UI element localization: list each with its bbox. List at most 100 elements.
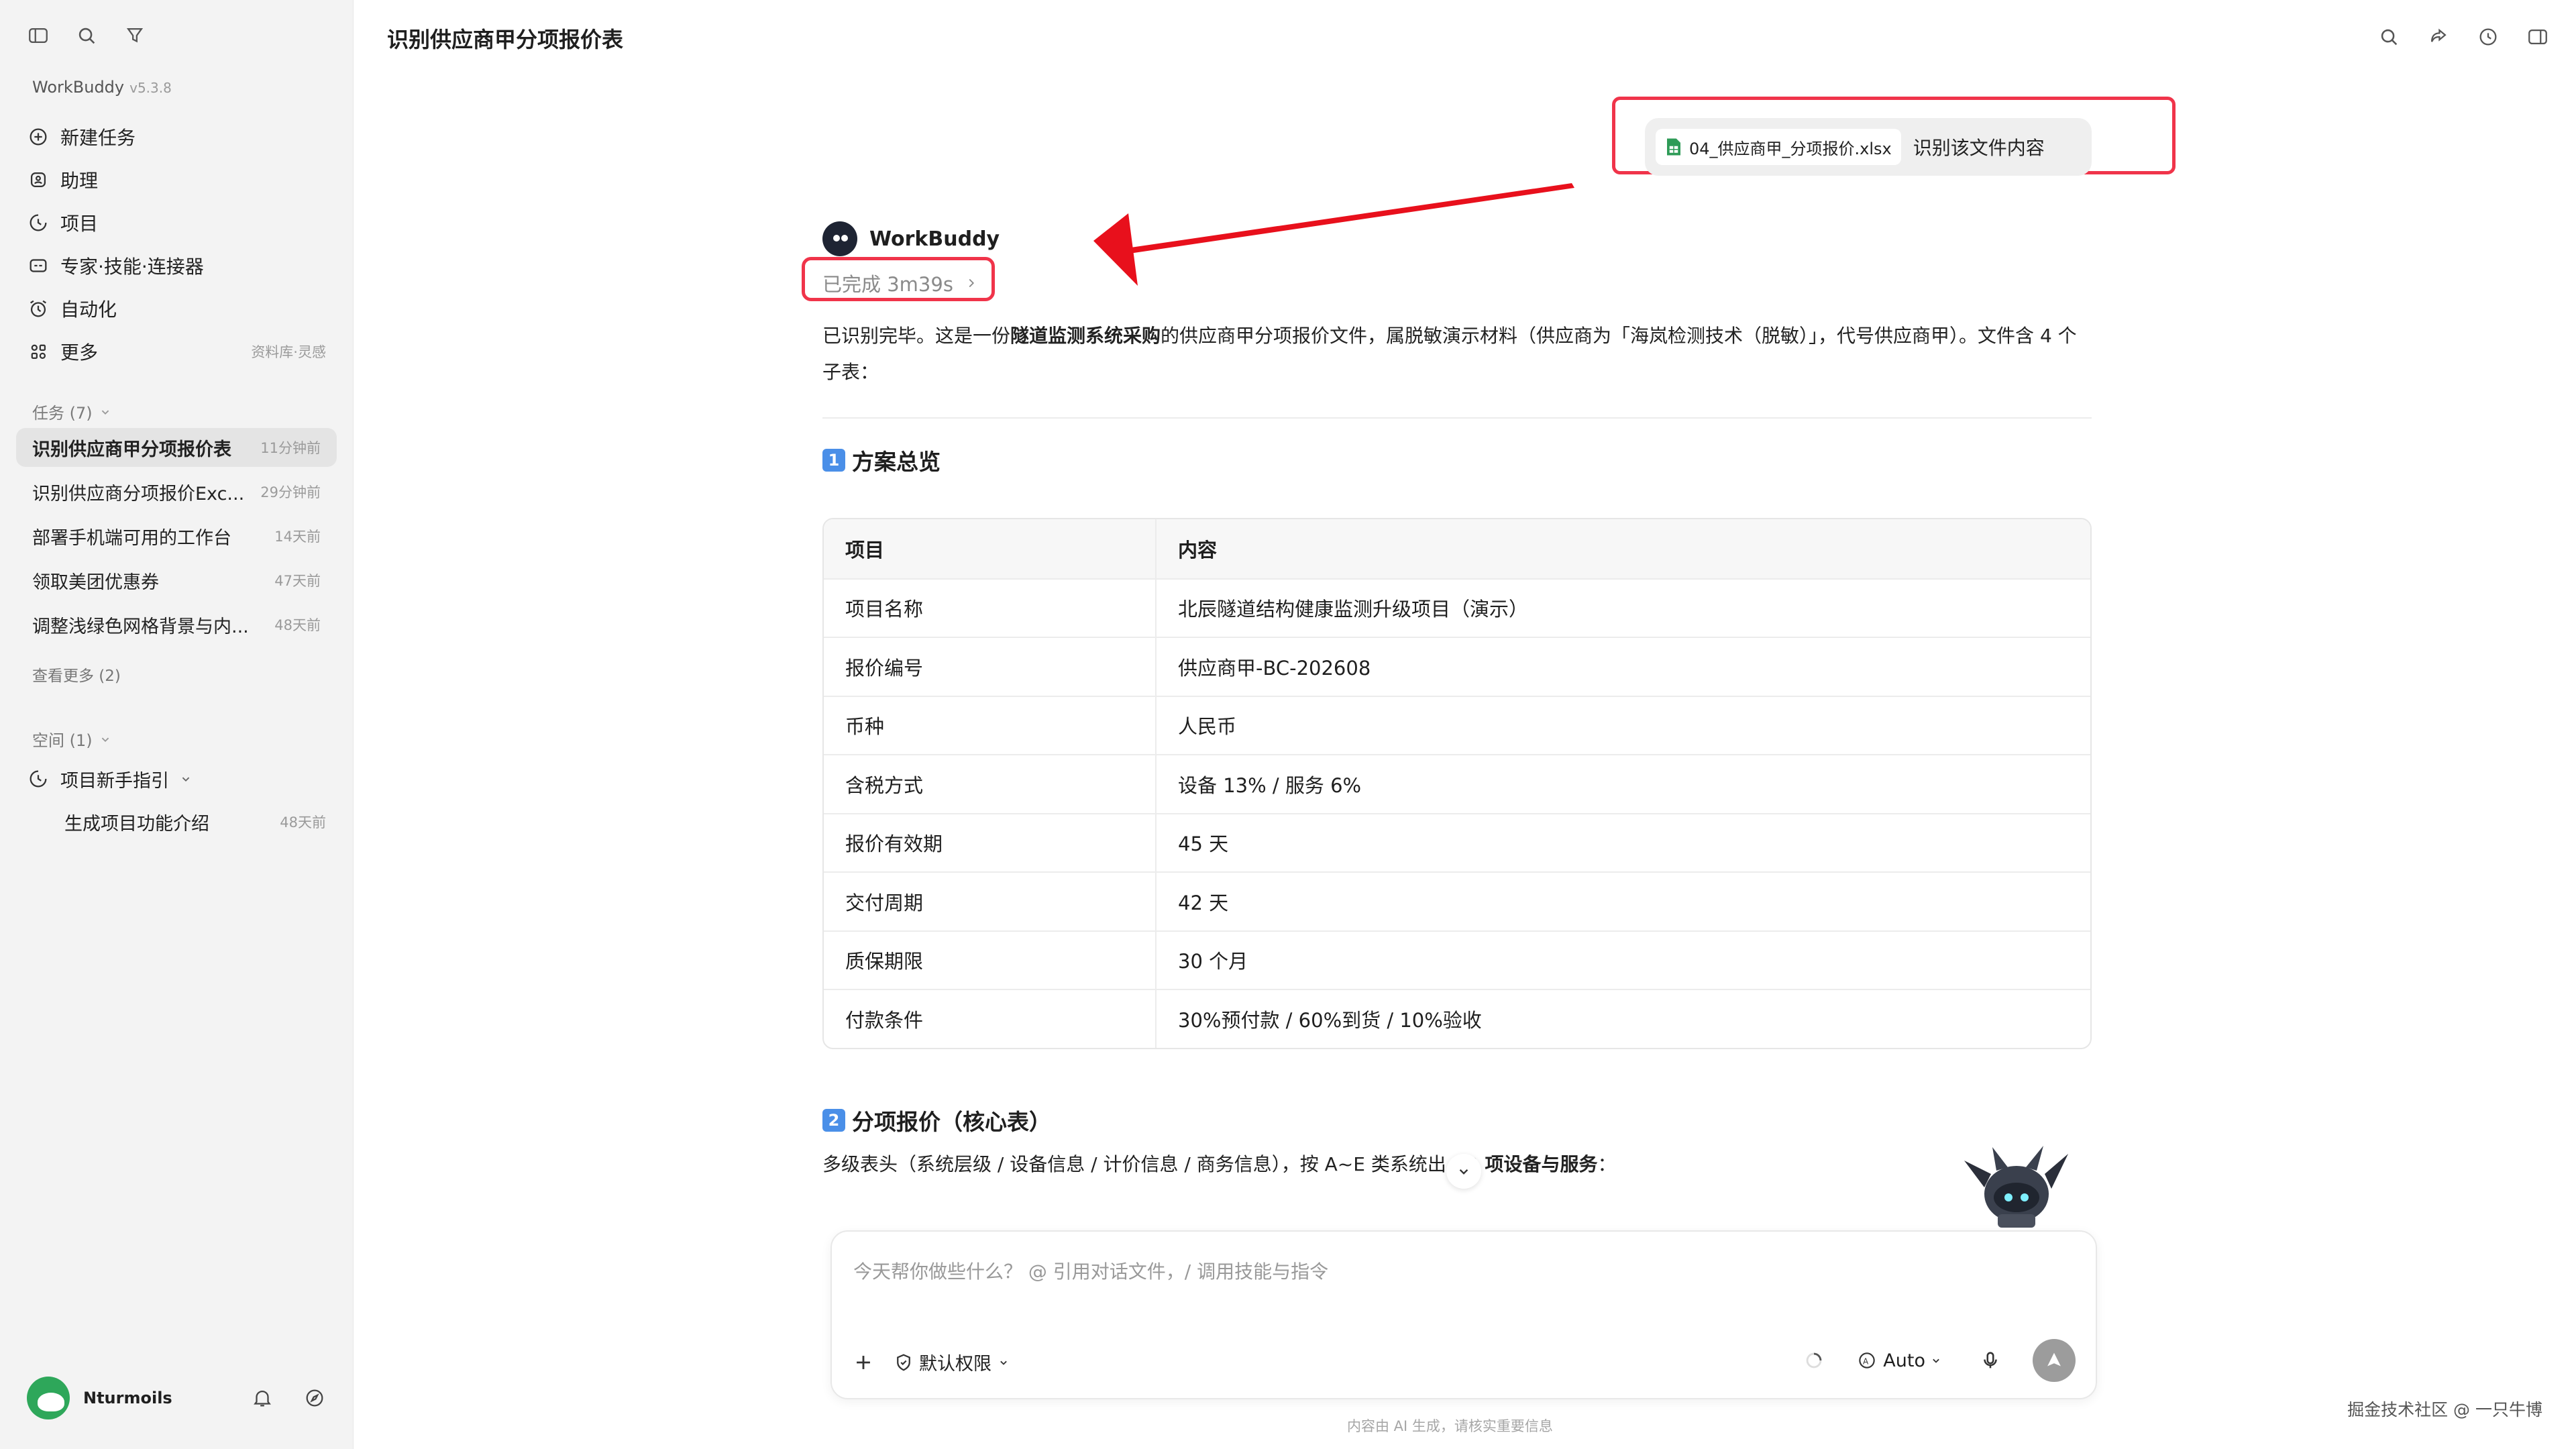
see-more-link[interactable]: 查看更多 (2) <box>32 663 121 686</box>
table-row: 付款条件 30%预付款 / 60%到货 / 10%验收 <box>824 989 2090 1048</box>
table-cell: 北辰隧道结构健康监测升级项目（演示） <box>1178 598 1529 621</box>
section-title: 分项报价（核心表） <box>852 1109 1051 1135</box>
chevron-down-icon <box>997 1356 1010 1369</box>
app-version: v5.3.8 <box>129 80 172 96</box>
task-title: 领取美团优惠券 <box>32 572 159 593</box>
svg-text:A: A <box>1863 1356 1869 1366</box>
table-cell: 人民币 <box>1178 715 1237 739</box>
sidebar-item-label: 新建任务 <box>60 127 136 149</box>
sidebar-item-label: 项目 <box>60 213 99 235</box>
number-badge-icon: 2 <box>822 1109 845 1132</box>
username[interactable]: Nturmoils <box>83 1389 172 1407</box>
table-cell: 30%预付款 / 60%到货 / 10%验收 <box>1178 1008 1482 1032</box>
task-title: 识别供应商甲分项报价表 <box>32 439 231 460</box>
chevron-right-icon <box>964 276 979 290</box>
space-sub-title: 生成项目功能介绍 <box>64 813 209 835</box>
sidebar-item-automation[interactable]: 自动化 <box>27 287 326 330</box>
sidebar-item-more[interactable]: 更多 资料库·灵感 <box>27 330 326 373</box>
file-attachment-chip[interactable]: 04_供应商甲_分项报价.xlsx <box>1656 129 1901 165</box>
model-selector[interactable]: A Auto <box>1856 1350 1948 1371</box>
share-icon[interactable] <box>2427 25 2450 48</box>
table-cell: 45 天 <box>1178 833 1229 856</box>
search-icon[interactable] <box>2377 25 2400 48</box>
table-header-cell: 项目 <box>824 519 1157 578</box>
task-title: 识别供应商分项报价Exc... <box>32 483 245 504</box>
grid-icon <box>27 340 50 363</box>
task-item[interactable]: 识别供应商分项报价Exc... 29分钟前 <box>16 472 337 511</box>
project-icon <box>27 211 50 234</box>
bell-icon[interactable] <box>251 1387 274 1409</box>
shield-check-icon <box>894 1352 914 1373</box>
chevron-down-icon[interactable] <box>178 771 193 786</box>
app-name-text: WorkBuddy <box>32 78 125 97</box>
tasks-section-header[interactable]: 任务 (7) <box>32 400 113 423</box>
microphone-icon[interactable] <box>1979 1349 2002 1372</box>
table-row: 质保期限 30 个月 <box>824 930 2090 989</box>
task-time: 47天前 <box>274 573 321 589</box>
section-title: 方案总览 <box>852 449 941 475</box>
sidebar-top-toolbar <box>27 24 146 47</box>
model-label: Auto <box>1883 1350 1925 1371</box>
task-item[interactable]: 领取美团优惠券 47天前 <box>16 561 337 600</box>
table-header-cell: 内容 <box>1178 538 1218 561</box>
table-cell: 供应商甲-BC-202608 <box>1178 656 1371 680</box>
bot-avatar <box>822 221 857 256</box>
sidebar-item-assistant[interactable]: 助理 <box>27 158 326 201</box>
task-item[interactable]: 调整浅绿色网格背景与内... 48天前 <box>16 605 337 644</box>
task-item[interactable]: 识别供应商甲分项报价表 11分钟前 <box>16 428 337 467</box>
table-cell: 30 个月 <box>1178 950 1248 973</box>
sidebar-nav: 新建任务 助理 项目 专家·技能·连接器 自动化 更多 资料库·灵感 <box>27 115 326 373</box>
plus-icon[interactable] <box>852 1351 875 1374</box>
sidebar-item-project[interactable]: 项目 <box>27 201 326 244</box>
assistant-intro: 已识别完毕。这是一份隧道监测系统采购的供应商甲分项报价文件，属脱敏演示材料（供应… <box>822 318 2092 390</box>
app-name: WorkBuddy v5.3.8 <box>32 78 172 97</box>
task-title: 调整浅绿色网格背景与内... <box>32 616 249 637</box>
plus-circle-icon <box>27 125 50 148</box>
divider <box>822 417 2092 419</box>
annotation-arrow <box>1093 183 1574 286</box>
alarm-clock-icon <box>27 297 50 320</box>
avatar[interactable] <box>27 1377 70 1419</box>
toggle-sidebar-icon[interactable] <box>27 24 50 47</box>
table-row: 含税方式 设备 13% / 服务 6% <box>824 754 2090 813</box>
composer-right-tools: A Auto <box>1803 1339 2076 1382</box>
sidebar-item-new-task[interactable]: 新建任务 <box>27 115 326 158</box>
task-time: 11分钟前 <box>260 440 321 456</box>
search-icon[interactable] <box>75 24 98 47</box>
table-cell: 42 天 <box>1178 891 1229 914</box>
sidebar: WorkBuddy v5.3.8 新建任务 助理 项目 专家·技能·连接器 自动化… <box>0 0 354 1449</box>
message-input[interactable] <box>852 1250 1861 1292</box>
sidebar-item-label: 助理 <box>60 170 99 192</box>
model-auto-icon: A <box>1856 1350 1878 1371</box>
sidebar-item-label: 自动化 <box>60 299 117 321</box>
table-row: 交付周期 42 天 <box>824 871 2090 930</box>
compass-icon[interactable] <box>303 1387 326 1409</box>
panel-toggle-icon[interactable] <box>2526 25 2549 48</box>
space-section-header[interactable]: 空间 (1) <box>32 727 113 751</box>
table-cell: 币种 <box>824 696 1157 754</box>
space-sub-item[interactable]: 生成项目功能介绍 48天前 <box>64 802 326 841</box>
task-status-toggle[interactable]: 已完成 3m39s <box>822 269 979 297</box>
section2-intro: 多级表头（系统层级 / 设备信息 / 计价信息 / 商务信息），按 A~E 类系… <box>822 1150 1616 1177</box>
task-status-label: 已完成 3m39s <box>822 273 953 296</box>
table-cell: 报价编号 <box>824 638 1157 696</box>
table-cell: 质保期限 <box>824 931 1157 989</box>
intro-bold: 隧道监测系统采购 <box>1010 325 1161 347</box>
task-item[interactable]: 部署手机端可用的工作台 14天前 <box>16 517 337 555</box>
sidebar-item-more-extra[interactable]: 资料库·灵感 <box>251 341 326 362</box>
sidebar-item-experts[interactable]: 专家·技能·连接器 <box>27 244 326 287</box>
permission-selector[interactable]: 默认权限 <box>894 1349 1016 1375</box>
send-button[interactable] <box>2033 1339 2076 1382</box>
assistant-header: WorkBuddy <box>822 221 1000 256</box>
filter-icon[interactable] <box>123 24 146 47</box>
space-project-item[interactable]: 项目新手指引 <box>27 759 326 798</box>
section2-intro-text: ： <box>1597 1153 1617 1175</box>
overview-table: 项目 内容 项目名称 北辰隧道结构健康监测升级项目（演示） 报价编号 供应商甲-… <box>822 518 2092 1049</box>
user-message-text: 识别该文件内容 <box>1913 137 2045 159</box>
project-icon <box>27 767 50 790</box>
sidebar-item-label: 专家·技能·连接器 <box>60 256 204 278</box>
scroll-to-bottom-button[interactable] <box>1446 1154 1481 1189</box>
task-time: 14天前 <box>274 529 321 545</box>
history-clock-icon[interactable] <box>2477 25 2500 48</box>
task-list: 识别供应商甲分项报价表 11分钟前 识别供应商分项报价Exc... 29分钟前 … <box>16 428 337 649</box>
